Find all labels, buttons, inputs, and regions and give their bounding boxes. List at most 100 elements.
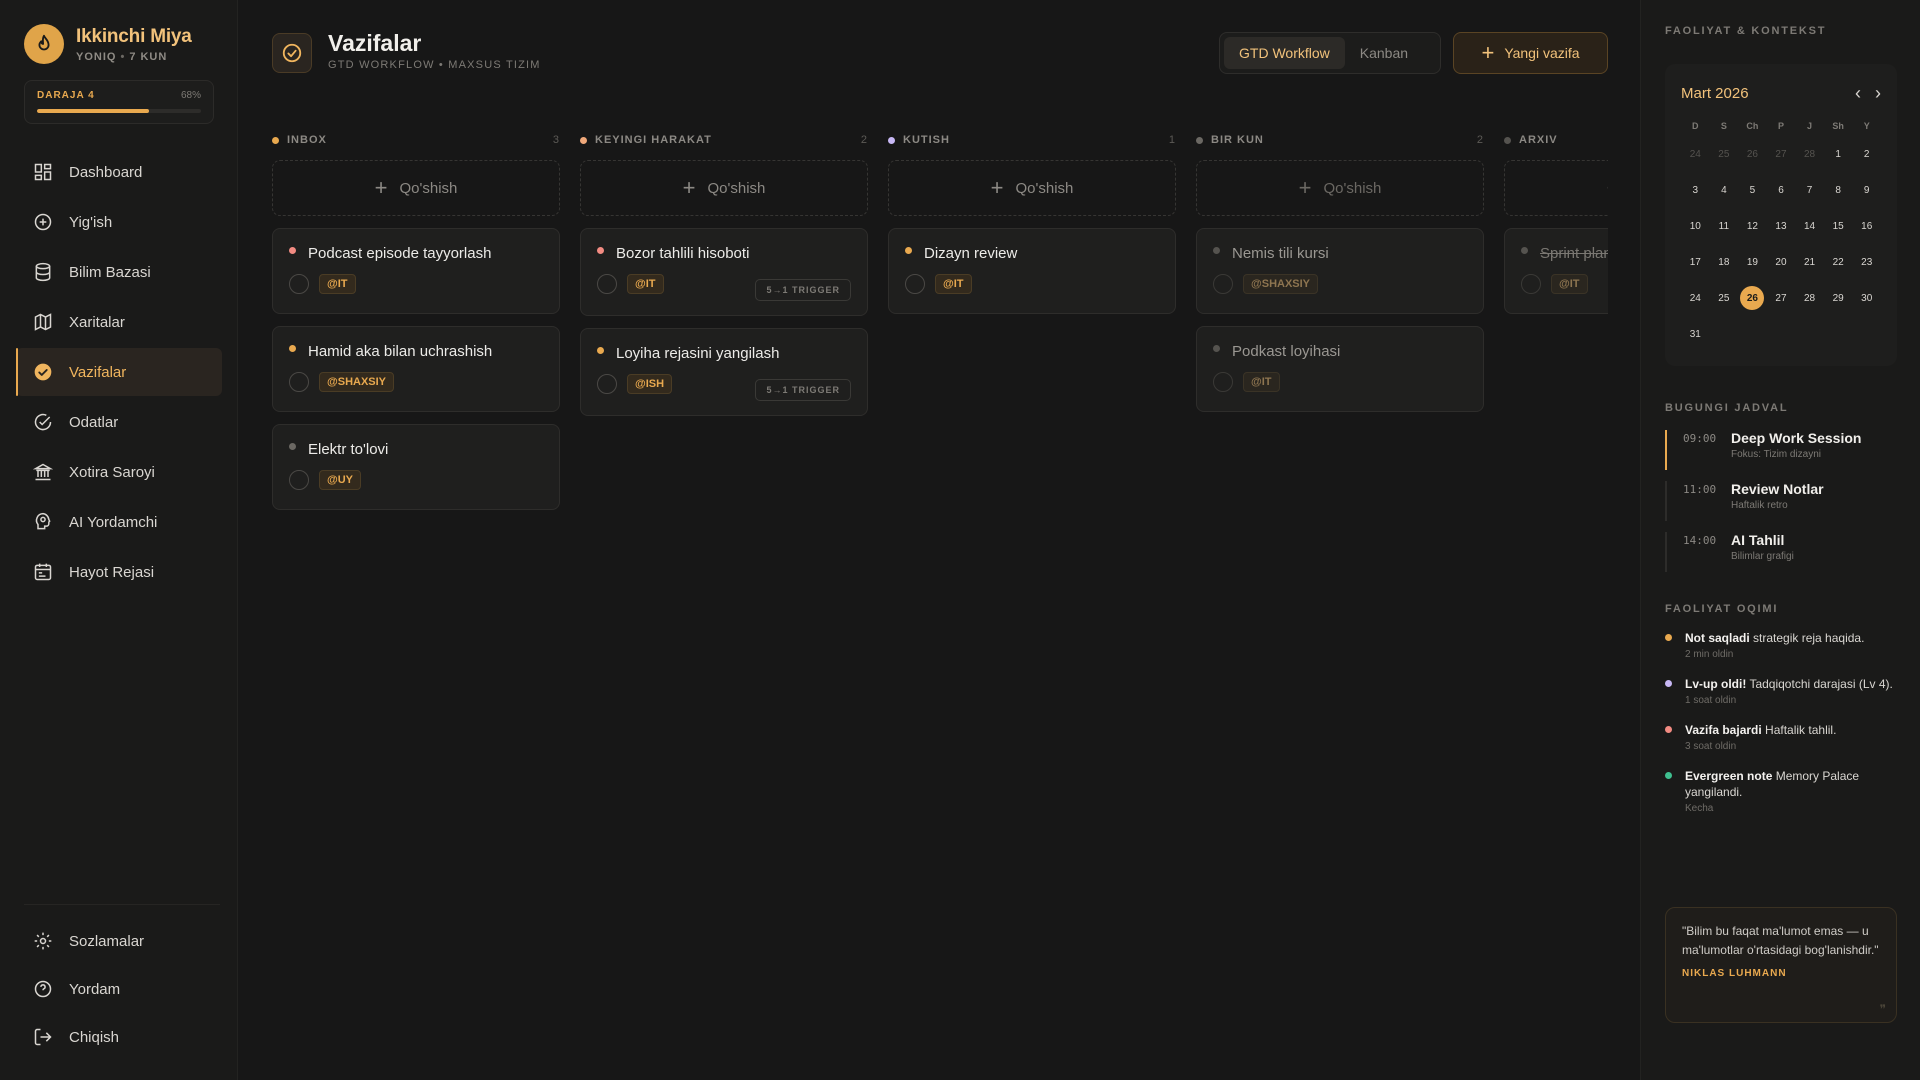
add-card-button[interactable]: +Qo'shish — [1196, 160, 1484, 216]
calendar-day[interactable]: 24 — [1681, 136, 1710, 172]
nav-item-dashboard[interactable]: Dashboard — [16, 148, 222, 196]
task-checkbox[interactable] — [1213, 274, 1233, 294]
calendar-day[interactable]: 29 — [1824, 280, 1853, 316]
task-card[interactable]: Nemis tili kursi @SHAXSIY — [1196, 228, 1484, 314]
calendar-day[interactable]: 2 — [1852, 136, 1881, 172]
brand[interactable]: Ikkinchi Miya YONIQ • 7 KUN — [24, 24, 192, 64]
nav-item-chiqish[interactable]: Chiqish — [16, 1014, 222, 1060]
brand-status: YONIQ • 7 KUN — [76, 50, 168, 63]
calendar-day[interactable]: 8 — [1824, 172, 1853, 208]
new-task-button[interactable]: + Yangi vazifa — [1453, 32, 1608, 74]
calendar-day[interactable]: 31 — [1681, 316, 1710, 352]
activity-dot — [1665, 772, 1672, 779]
nav-item-yordam[interactable]: Yordam — [16, 966, 222, 1012]
add-card-button[interactable]: +Qo'shish — [272, 160, 560, 216]
calendar-day[interactable]: 3 — [1681, 172, 1710, 208]
task-card[interactable]: Bozor tahlili hisoboti @IT 5→1 TRIGGER — [580, 228, 868, 316]
add-label: Qo'shish — [707, 179, 766, 197]
chevron-right-icon[interactable]: › — [1875, 83, 1881, 104]
task-checkbox[interactable] — [1521, 274, 1541, 294]
nav-item-odatlar[interactable]: Odatlar — [16, 398, 222, 446]
task-checkbox[interactable] — [905, 274, 925, 294]
nav-item-bilim-bazasi[interactable]: Bilim Bazasi — [16, 248, 222, 296]
calendar-day[interactable]: 4 — [1710, 172, 1739, 208]
schedule-item[interactable]: 09:00 Deep Work Session Fokus: Tizim diza… — [1665, 430, 1897, 470]
calendar-day[interactable]: 13 — [1767, 208, 1796, 244]
calendar-day[interactable]: 17 — [1681, 244, 1710, 280]
tab-gtd-workflow[interactable]: GTD Workflow — [1224, 37, 1345, 69]
column-header: KEYINGI HARAKAT 2 — [580, 130, 868, 150]
schedule-item[interactable]: 11:00 Review Notlar Haftalik retro — [1665, 481, 1897, 521]
tab-kanban[interactable]: Kanban — [1345, 37, 1423, 69]
nav-label: Sozlamalar — [69, 932, 145, 950]
task-card[interactable]: Elektr to'lovi @UY — [272, 424, 560, 510]
page-title: Vazifalar — [328, 30, 422, 56]
task-card[interactable]: Loyiha rejasini yangilash @ISH 5→1 TRIGG… — [580, 328, 868, 416]
calendar-day — [1824, 316, 1853, 352]
add-card-button[interactable]: +Qo'shish — [888, 160, 1176, 216]
task-card[interactable]: Podkast loyihasi @IT — [1196, 326, 1484, 412]
nav-item-xotira-saroyi[interactable]: Xotira Saroyi — [16, 448, 222, 496]
calendar-day[interactable]: 26 — [1738, 280, 1767, 316]
calendar-day[interactable]: 15 — [1824, 208, 1853, 244]
panel-title: FAOLIYAT & KONTEKST — [1665, 25, 1827, 37]
add-card-button[interactable]: +Qo'shish — [580, 160, 868, 216]
calendar-day[interactable]: 21 — [1795, 244, 1824, 280]
task-checkbox[interactable] — [289, 372, 309, 392]
level-percent: 68% — [180, 90, 201, 101]
calendar-day[interactable]: 5 — [1738, 172, 1767, 208]
calendar-day[interactable]: 16 — [1852, 208, 1881, 244]
task-card[interactable]: Dizayn review @IT — [888, 228, 1176, 314]
calendar-day[interactable]: 6 — [1767, 172, 1796, 208]
task-checkbox[interactable] — [597, 274, 617, 294]
task-card[interactable]: Hamid aka bilan uchrashish @SHAXSIY — [272, 326, 560, 412]
activity-time: 1 soat oldin — [1685, 695, 1737, 706]
calendar-day[interactable]: 7 — [1795, 172, 1824, 208]
calendar-day[interactable]: 25 — [1710, 280, 1739, 316]
calendar-day[interactable]: 26 — [1738, 136, 1767, 172]
calendar-day[interactable]: 18 — [1710, 244, 1739, 280]
nav-item-xaritalar[interactable]: Xaritalar — [16, 298, 222, 346]
task-card[interactable]: Sprint plan @IT — [1504, 228, 1608, 314]
calendar-day[interactable]: 24 — [1681, 280, 1710, 316]
nav-item-hayot-rejasi[interactable]: Hayot Rejasi — [16, 548, 222, 596]
calendar-day[interactable]: 27 — [1767, 280, 1796, 316]
add-card-button[interactable]: +Qo'shish — [1504, 160, 1608, 216]
calendar-day[interactable]: 25 — [1710, 136, 1739, 172]
calendar-day[interactable]: 14 — [1795, 208, 1824, 244]
calendar-day[interactable]: 28 — [1795, 280, 1824, 316]
activity-action: Not saqladi — [1685, 631, 1750, 645]
calendar-day[interactable]: 27 — [1767, 136, 1796, 172]
calendar-day[interactable]: 10 — [1681, 208, 1710, 244]
task-title: Podcast episode tayyorlash — [308, 245, 492, 262]
calendar-day[interactable]: 28 — [1795, 136, 1824, 172]
calendar-weekday: J — [1807, 121, 1813, 131]
calendar-day[interactable]: 22 — [1824, 244, 1853, 280]
nav-item-ai-yordamchi[interactable]: AI Yordamchi — [16, 498, 222, 546]
nav-item-sozlamalar[interactable]: Sozlamalar — [16, 918, 222, 964]
calendar-day[interactable]: 1 — [1824, 136, 1853, 172]
quote-card: "Bilim bu faqat ma'lumot emas — u ma'lum… — [1665, 907, 1897, 1023]
activity-time: 2 min oldin — [1685, 649, 1734, 660]
calendar-day[interactable]: 30 — [1852, 280, 1881, 316]
badge-check-icon — [34, 413, 52, 431]
calendar-day[interactable]: 11 — [1710, 208, 1739, 244]
chevron-left-icon[interactable]: ‹ — [1855, 83, 1861, 104]
calendar-day[interactable]: 20 — [1767, 244, 1796, 280]
calendar-day[interactable]: 19 — [1738, 244, 1767, 280]
nav-item-vazifalar[interactable]: Vazifalar — [16, 348, 222, 396]
landmark-icon — [33, 463, 53, 481]
task-checkbox[interactable] — [289, 274, 309, 294]
calendar-day[interactable]: 12 — [1738, 208, 1767, 244]
task-checkbox[interactable] — [1213, 372, 1233, 392]
nav-item-yigish[interactable]: Yig'ish — [16, 198, 222, 246]
calendar-day[interactable]: 9 — [1852, 172, 1881, 208]
task-checkbox[interactable] — [597, 374, 617, 394]
schedule-item[interactable]: 14:00 AI Tahlil Bilimlar grafigi — [1665, 532, 1897, 572]
task-card[interactable]: Podcast episode tayyorlash @IT — [272, 228, 560, 314]
task-title: Sprint plan — [1540, 245, 1608, 262]
task-checkbox[interactable] — [289, 470, 309, 490]
calendar-day[interactable]: 23 — [1852, 244, 1881, 280]
column-title: KEYINGI HARAKAT — [595, 134, 712, 146]
database-icon — [35, 262, 51, 282]
